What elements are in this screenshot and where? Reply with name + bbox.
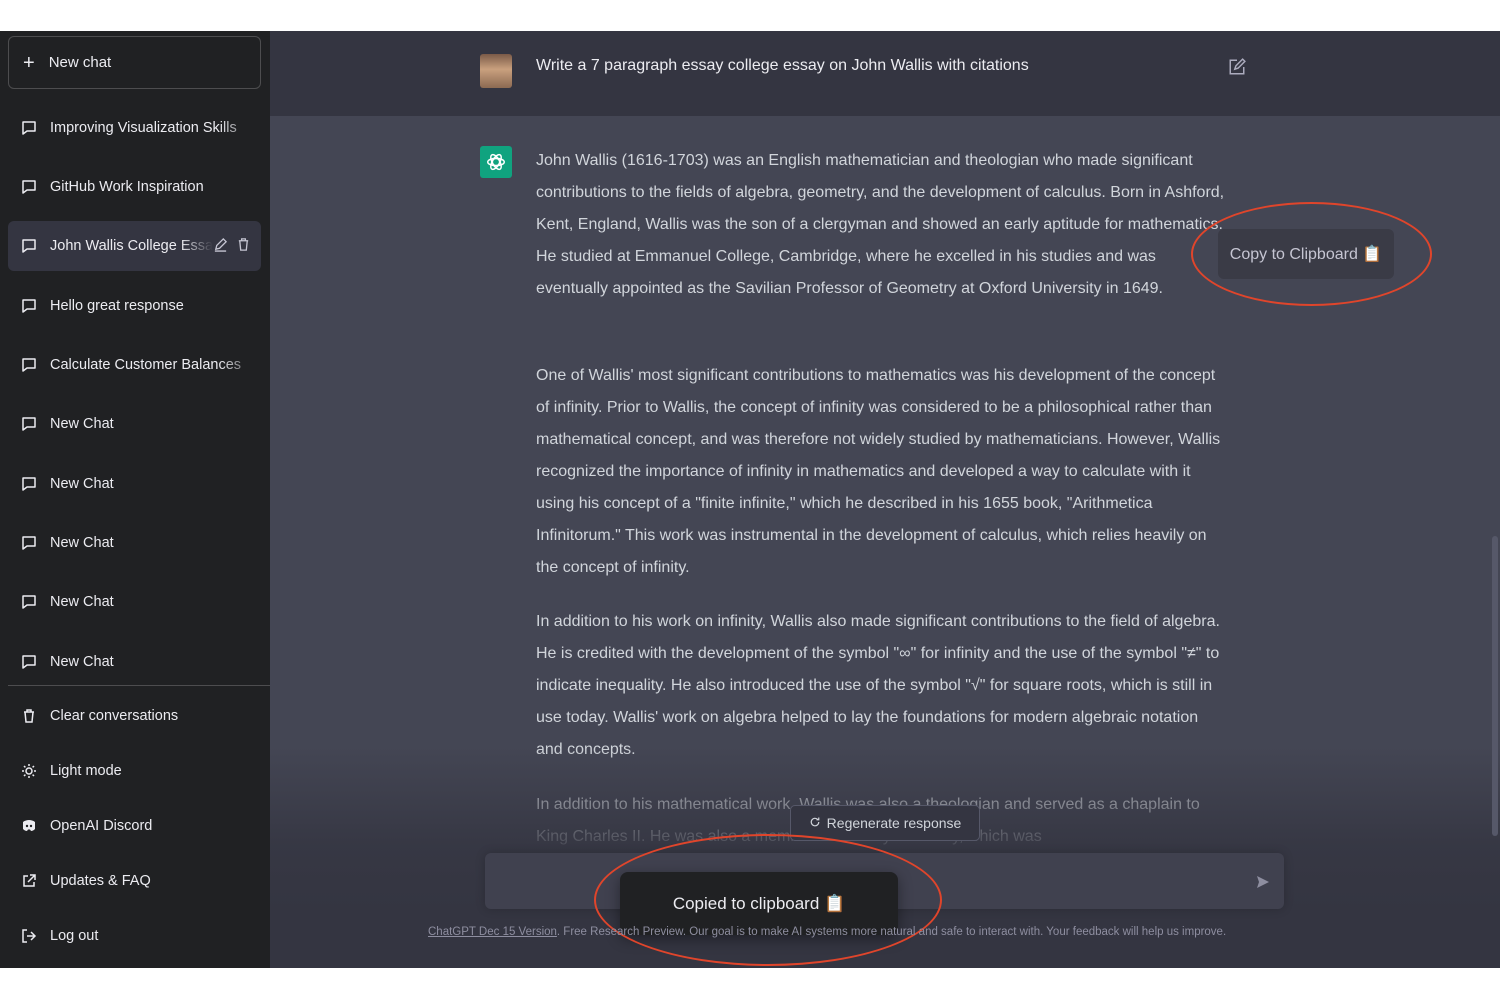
- chat-bubble-icon: [20, 119, 38, 137]
- trash-icon: [20, 707, 38, 725]
- footer-text: . Free Research Preview. Our goal is to …: [556, 926, 1227, 938]
- conversation-title: Improving Visualization Skills: [50, 120, 237, 136]
- discord-icon: [20, 817, 38, 835]
- plus-icon: +: [23, 51, 35, 74]
- user-avatar: [480, 54, 512, 88]
- conversation-title: New Chat: [50, 416, 114, 432]
- chat-bubble-icon: [20, 653, 38, 671]
- sidebar-conversation[interactable]: GitHub Work Inspiration: [8, 162, 261, 212]
- updates-faq-link[interactable]: Updates & FAQ: [8, 856, 261, 906]
- chat-bubble-icon: [20, 475, 38, 493]
- conversation-title: New Chat: [50, 594, 114, 610]
- conversation-title: New Chat: [50, 476, 114, 492]
- conversation-title: John Wallis College Essay: [50, 238, 213, 254]
- chat-bubble-icon: [20, 534, 38, 552]
- openai-logo-icon: [480, 146, 512, 178]
- sidebar-conversation[interactable]: New Chat: [8, 577, 261, 627]
- footer-disclaimer: ChatGPT Dec 15 Version. Free Research Pr…: [428, 926, 1348, 938]
- conversation-title: New Chat: [50, 654, 114, 670]
- sidebar-conversation[interactable]: New Chat: [8, 637, 261, 687]
- sidebar-conversation[interactable]: New Chat: [8, 518, 261, 568]
- chat-bubble-icon: [20, 415, 38, 433]
- assistant-paragraph: One of Wallis' most significant contribu…: [536, 367, 1221, 576]
- refresh-icon: [809, 815, 821, 831]
- user-message-text: Write a 7 paragraph essay college essay …: [536, 57, 1029, 74]
- openai-discord-link[interactable]: OpenAI Discord: [8, 801, 261, 851]
- chat-bubble-icon: [20, 356, 38, 374]
- clear-conversations-button[interactable]: Clear conversations: [8, 691, 261, 741]
- sidebar-conversation-active[interactable]: John Wallis College Essay: [8, 221, 261, 271]
- version-link[interactable]: ChatGPT Dec 15 Version: [428, 926, 557, 938]
- chat-bubble-icon: [20, 178, 38, 196]
- log-out-button[interactable]: Log out: [8, 911, 261, 961]
- new-chat-label: New chat: [48, 54, 112, 71]
- updates-faq-label: Updates & FAQ: [50, 873, 151, 889]
- chat-main: Write a 7 paragraph essay college essay …: [270, 31, 1500, 968]
- new-chat-button[interactable]: + New chat: [8, 36, 261, 89]
- delete-icon[interactable]: [236, 237, 251, 256]
- chat-bubble-icon: [20, 237, 38, 255]
- log-out-label: Log out: [50, 928, 99, 944]
- sidebar-divider: [8, 685, 270, 686]
- conversation-title: Hello great response: [50, 298, 184, 314]
- scrollbar-thumb[interactable]: [1492, 536, 1498, 836]
- conversation-title: Calculate Customer Balances: [50, 357, 242, 373]
- scrollbar[interactable]: [1490, 116, 1500, 968]
- chat-bubble-icon: [20, 297, 38, 315]
- conversation-title: New Chat: [50, 535, 114, 551]
- assistant-paragraph: In addition to his work on infinity, Wal…: [536, 613, 1220, 758]
- sidebar-conversation[interactable]: New Chat: [8, 399, 261, 449]
- logout-icon: [20, 927, 38, 945]
- clear-conversations-label: Clear conversations: [50, 708, 179, 724]
- chatgpt-app: + New chat Improving Visualization Skill…: [0, 31, 1500, 968]
- openai-discord-label: OpenAI Discord: [50, 818, 153, 834]
- assistant-paragraph: John Wallis (1616-1703) was an English m…: [536, 152, 1225, 297]
- sidebar: + New chat Improving Visualization Skill…: [0, 31, 270, 968]
- sidebar-conversation[interactable]: Hello great response: [8, 281, 261, 331]
- light-mode-button[interactable]: Light mode: [8, 746, 261, 796]
- conversation-title: GitHub Work Inspiration: [50, 179, 204, 195]
- edit-message-icon[interactable]: [1228, 58, 1246, 81]
- regenerate-response-button[interactable]: Regenerate response: [790, 805, 980, 841]
- external-link-icon: [20, 872, 38, 890]
- rename-icon[interactable]: [213, 237, 228, 256]
- light-mode-label: Light mode: [50, 763, 122, 779]
- chat-bubble-icon: [20, 593, 38, 611]
- user-message-row: Write a 7 paragraph essay college essay …: [270, 31, 1500, 116]
- sun-icon: [20, 762, 38, 780]
- sidebar-conversation[interactable]: Calculate Customer Balances: [8, 340, 261, 390]
- send-icon[interactable]: [1255, 874, 1271, 895]
- regenerate-label: Regenerate response: [826, 815, 962, 831]
- copy-to-clipboard-button[interactable]: Copy to Clipboard 📋: [1218, 229, 1394, 279]
- sidebar-conversation[interactable]: Improving Visualization Skills: [8, 103, 261, 153]
- sidebar-conversation[interactable]: New Chat: [8, 459, 261, 509]
